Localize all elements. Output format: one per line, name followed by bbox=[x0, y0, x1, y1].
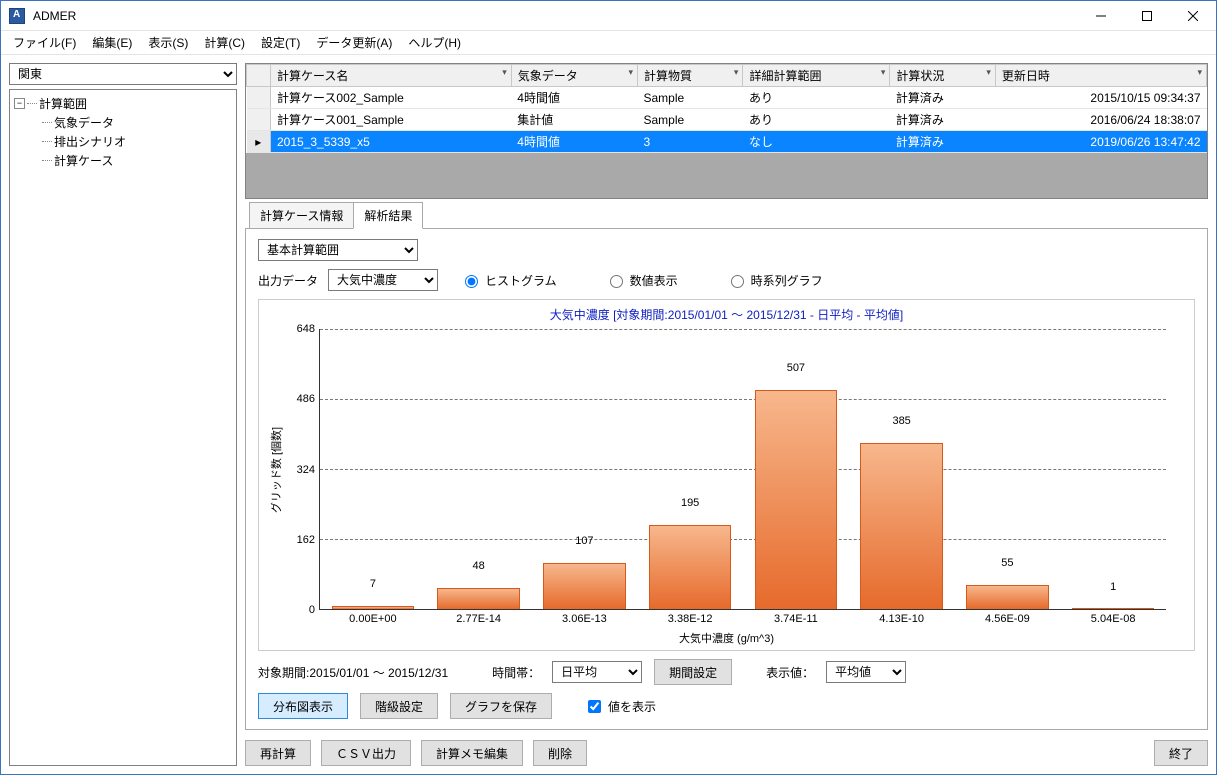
menu-item[interactable]: 計算(C) bbox=[196, 32, 253, 53]
delete-button[interactable]: 削除 bbox=[533, 740, 587, 766]
menu-item[interactable]: データ更新(A) bbox=[308, 32, 400, 53]
tree-root-label: 計算範囲 bbox=[39, 95, 87, 112]
minimize-button[interactable] bbox=[1078, 1, 1124, 31]
minimize-icon bbox=[1096, 11, 1106, 21]
maximize-button[interactable] bbox=[1124, 1, 1170, 31]
table-row[interactable]: ▸2015_3_5339_x54時間値3なし計算済み2019/06/26 13:… bbox=[247, 131, 1207, 153]
tree-child[interactable]: 計算ケース bbox=[42, 151, 232, 170]
chart-yticks: 0162324486648 bbox=[285, 329, 319, 610]
savegraph-button[interactable]: グラフを保存 bbox=[450, 693, 552, 719]
timeband-select[interactable]: 日平均 bbox=[552, 661, 642, 683]
menu-item[interactable]: ヘルプ(H) bbox=[400, 32, 469, 53]
table-row[interactable]: 計算ケース001_Sample集計値Sampleあり計算済み2016/06/24… bbox=[247, 109, 1207, 131]
output-label: 出力データ bbox=[258, 272, 318, 289]
close-button[interactable] bbox=[1170, 1, 1216, 31]
csv-button[interactable]: ＣＳＶ出力 bbox=[321, 740, 411, 766]
menu-item[interactable]: 表示(S) bbox=[140, 32, 196, 53]
app-icon bbox=[9, 8, 25, 24]
close-icon bbox=[1188, 11, 1198, 21]
distribution-button[interactable]: 分布図表示 bbox=[258, 693, 348, 719]
chart-plot: 70.00E+00482.77E-141073.06E-131953.38E-1… bbox=[319, 329, 1166, 610]
radio-histogram[interactable]: ヒストグラム bbox=[460, 272, 557, 289]
period-label: 対象期間:2015/01/01 ～ 2015/12/31 bbox=[258, 664, 448, 681]
app-window: ADMER ファイル(F)編集(E)表示(S)計算(C)設定(T)データ更新(A… bbox=[0, 0, 1217, 775]
footer-buttons: 再計算 ＣＳＶ出力 計算メモ編集 削除 終了 bbox=[245, 736, 1208, 766]
collapse-icon[interactable]: − bbox=[14, 98, 25, 109]
titlebar: ADMER bbox=[1, 1, 1216, 31]
chart-xlabel: 大気中濃度 (g/m^3) bbox=[267, 630, 1186, 646]
chart-title: 大気中濃度 [対象期間:2015/01/01 ～ 2015/12/31 - 日平… bbox=[267, 306, 1186, 323]
menu-item[interactable]: 編集(E) bbox=[84, 32, 140, 53]
tab-result[interactable]: 解析結果 bbox=[353, 202, 423, 229]
radio-numeric[interactable]: 数値表示 bbox=[605, 272, 678, 289]
tab-info[interactable]: 計算ケース情報 bbox=[249, 202, 354, 228]
body-area: 関東 − 計算範囲 気象データ排出シナリオ計算ケース 計算ケース名▾気象データ▾… bbox=[1, 55, 1216, 774]
period-button[interactable]: 期間設定 bbox=[654, 659, 732, 685]
scope-select[interactable]: 基本計算範囲 bbox=[258, 239, 418, 261]
left-panel: 関東 − 計算範囲 気象データ排出シナリオ計算ケース bbox=[9, 63, 237, 766]
chart-bar bbox=[332, 606, 414, 609]
showvalues-checkbox[interactable]: 値を表示 bbox=[584, 697, 656, 716]
right-panel: 計算ケース名▾気象データ▾計算物質▾詳細計算範囲▾計算状況▾更新日時▾計算ケース… bbox=[245, 63, 1208, 766]
chart-bar bbox=[437, 588, 519, 609]
tabstrip: 計算ケース情報 解析結果 bbox=[245, 205, 1208, 229]
chart: 大気中濃度 [対象期間:2015/01/01 ～ 2015/12/31 - 日平… bbox=[258, 299, 1195, 651]
radio-timeseries[interactable]: 時系列グラフ bbox=[726, 272, 823, 289]
dispval-select[interactable]: 平均値 bbox=[826, 661, 906, 683]
chart-bar bbox=[1072, 608, 1154, 609]
tree-child[interactable]: 排出シナリオ bbox=[42, 132, 232, 151]
output-select[interactable]: 大気中濃度 bbox=[328, 269, 438, 291]
chart-bar bbox=[649, 525, 731, 609]
timeband-label: 時間帯： bbox=[492, 664, 540, 681]
maximize-icon bbox=[1142, 11, 1152, 21]
tree-root[interactable]: − 計算範囲 bbox=[14, 94, 232, 113]
tree-child[interactable]: 気象データ bbox=[42, 113, 232, 132]
chart-bar bbox=[543, 563, 625, 609]
window-title: ADMER bbox=[33, 9, 1078, 23]
tab-page-result: 基本計算範囲 出力データ 大気中濃度 ヒストグラム 数値表示 時系列グラフ bbox=[245, 229, 1208, 730]
chart-bar bbox=[755, 390, 837, 609]
close-app-button[interactable]: 終了 bbox=[1154, 740, 1208, 766]
class-button[interactable]: 階級設定 bbox=[360, 693, 438, 719]
table-row[interactable]: 計算ケース002_Sample4時間値Sampleあり計算済み2015/10/1… bbox=[247, 87, 1207, 109]
region-select[interactable]: 関東 bbox=[9, 63, 237, 85]
menu-item[interactable]: 設定(T) bbox=[253, 32, 308, 53]
tree-panel: − 計算範囲 気象データ排出シナリオ計算ケース bbox=[9, 89, 237, 766]
menu-item[interactable]: ファイル(F) bbox=[5, 32, 84, 53]
menubar: ファイル(F)編集(E)表示(S)計算(C)設定(T)データ更新(A)ヘルプ(H… bbox=[1, 31, 1216, 55]
memo-button[interactable]: 計算メモ編集 bbox=[421, 740, 523, 766]
chart-ylabel: グリッド数 [個数] bbox=[268, 426, 284, 512]
case-grid[interactable]: 計算ケース名▾気象データ▾計算物質▾詳細計算範囲▾計算状況▾更新日時▾計算ケース… bbox=[245, 63, 1208, 199]
chart-bar bbox=[860, 443, 942, 609]
recalc-button[interactable]: 再計算 bbox=[245, 740, 311, 766]
chart-bar bbox=[966, 585, 1048, 609]
dispval-label: 表示値： bbox=[766, 664, 814, 681]
